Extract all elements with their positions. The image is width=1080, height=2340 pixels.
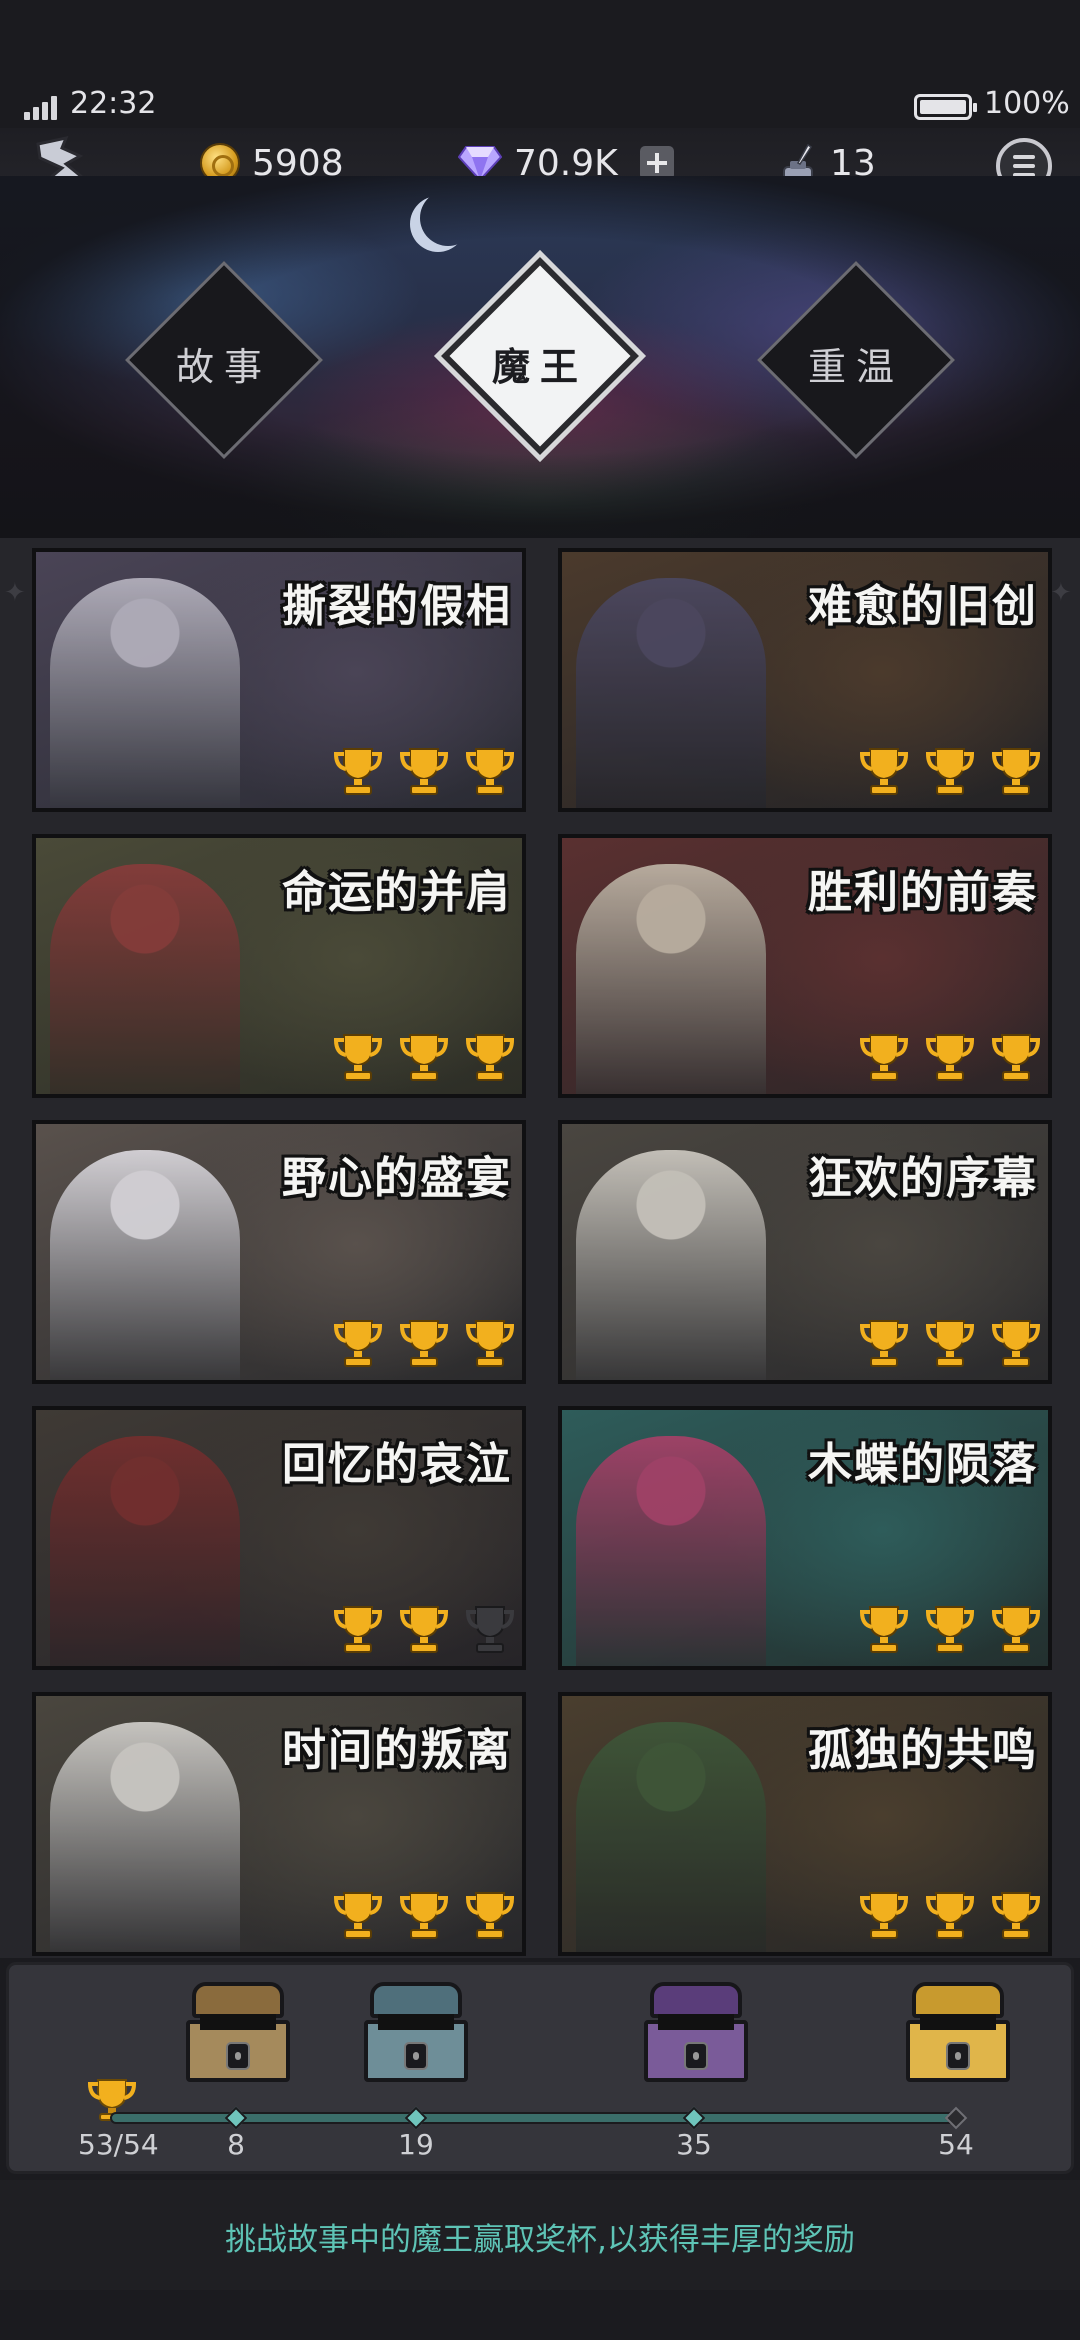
boss-card[interactable]: 命运的并肩 <box>32 834 526 1098</box>
trophy-icon <box>465 1320 515 1367</box>
boss-card[interactable]: 时间的叛离 <box>32 1692 526 1956</box>
trophy-row <box>332 1030 516 1084</box>
boss-card[interactable]: 胜利的前奏 <box>558 834 1052 1098</box>
boss-card[interactable]: 孤独的共鸣 <box>558 1692 1052 1956</box>
trophy-empty-icon <box>465 1606 515 1653</box>
trophy-icon <box>859 1606 909 1653</box>
milestone-label: 35 <box>676 2128 712 2161</box>
boss-portrait <box>50 864 240 1094</box>
boss-title: 撕裂的假相 <box>282 581 512 632</box>
status-bar: 22:32 100% <box>0 0 1080 128</box>
trophy-icon <box>991 1892 1041 1939</box>
trophy-row <box>858 1602 1042 1656</box>
boss-title: 孤独的共鸣 <box>808 1725 1038 1776</box>
trophy-row <box>858 1030 1042 1084</box>
boss-card[interactable]: 撕裂的假相 <box>32 548 526 812</box>
reward-chest-bronze[interactable] <box>186 1980 290 2082</box>
trophy-icon <box>859 748 909 795</box>
boss-portrait <box>576 864 766 1094</box>
boss-card[interactable]: 回忆的哀泣 <box>32 1406 526 1670</box>
trophy-icon <box>333 1320 383 1367</box>
add-gems-button[interactable] <box>639 146 674 180</box>
boss-portrait <box>50 1436 240 1666</box>
trophy-row <box>332 1602 516 1656</box>
trophy-row <box>332 1316 516 1370</box>
trophy-icon <box>991 1606 1041 1653</box>
boss-portrait <box>576 578 766 808</box>
boss-card[interactable]: 难愈的旧创 <box>558 548 1052 812</box>
trophy-row <box>858 744 1042 798</box>
trophy-icon <box>465 1034 515 1081</box>
tab-replay-label: 重温 <box>807 345 904 389</box>
milestone-label: 54 <box>938 2128 974 2161</box>
trophy-icon <box>991 1320 1041 1367</box>
clock: 22:32 <box>70 86 157 121</box>
tab-story-label: 故事 <box>175 345 272 389</box>
boss-title: 难愈的旧创 <box>808 581 1038 632</box>
trophy-icon <box>465 1892 515 1939</box>
boss-title: 胜利的前奏 <box>808 867 1038 918</box>
tab-demon-king-label: 魔王 <box>491 344 588 389</box>
boss-portrait <box>576 1436 766 1666</box>
milestone-label: 19 <box>398 2128 434 2161</box>
trophy-icon <box>925 1034 975 1081</box>
reward-chest-purple[interactable] <box>644 1980 748 2082</box>
trophy-icon <box>925 1320 975 1367</box>
trophy-icon <box>991 1034 1041 1081</box>
boss-title: 狂欢的序幕 <box>808 1153 1038 1204</box>
boss-portrait <box>576 1150 766 1380</box>
trophy-row <box>858 1316 1042 1370</box>
trophy-row <box>332 744 516 798</box>
battery-percent: 100% <box>984 86 1070 121</box>
trophy-row <box>858 1888 1042 1942</box>
mode-selector: 故事 魔王 重温 <box>0 176 1080 538</box>
trophy-icon <box>399 748 449 795</box>
boss-title: 木蝶的陨落 <box>808 1439 1038 1490</box>
boss-card[interactable]: 木蝶的陨落 <box>558 1406 1052 1670</box>
trophy-icon <box>333 1606 383 1653</box>
trophy-icon <box>859 1892 909 1939</box>
boss-title: 命运的并肩 <box>282 867 512 918</box>
trophy-icon <box>925 1892 975 1939</box>
trophy-row <box>332 1888 516 1942</box>
trophy-icon <box>399 1606 449 1653</box>
boss-card[interactable]: 狂欢的序幕 <box>558 1120 1052 1384</box>
trophy-icon <box>333 1034 383 1081</box>
reward-chest-silver[interactable] <box>364 1980 468 2082</box>
boss-card[interactable]: 野心的盛宴 <box>32 1120 526 1384</box>
boss-title: 回忆的哀泣 <box>282 1439 512 1490</box>
trophy-icon <box>399 1320 449 1367</box>
trophy-icon <box>333 748 383 795</box>
trophy-icon <box>399 1892 449 1939</box>
boss-title: 时间的叛离 <box>282 1725 512 1776</box>
trophy-icon <box>399 1034 449 1081</box>
trophy-icon <box>925 1606 975 1653</box>
signal-icon <box>24 92 64 120</box>
reward-chest-gold[interactable] <box>906 1980 1010 2082</box>
boss-title: 野心的盛宴 <box>282 1153 512 1204</box>
hint-text: 挑战故事中的魔王赢取奖杯,以获得丰厚的奖励 <box>225 2222 855 2258</box>
milestone-label: 8 <box>227 2128 245 2161</box>
boss-portrait <box>50 1150 240 1380</box>
boss-portrait <box>50 1722 240 1952</box>
trophy-icon <box>925 748 975 795</box>
trophy-icon <box>465 748 515 795</box>
trophy-icon <box>991 748 1041 795</box>
boss-portrait <box>50 578 240 808</box>
battery-icon <box>914 94 977 120</box>
boss-portrait <box>576 1722 766 1952</box>
moon-decoration <box>420 190 476 246</box>
trophy-icon <box>333 1892 383 1939</box>
trophy-icon <box>859 1034 909 1081</box>
trophy-score: 53/54 <box>78 2128 159 2161</box>
trophy-icon <box>859 1320 909 1367</box>
